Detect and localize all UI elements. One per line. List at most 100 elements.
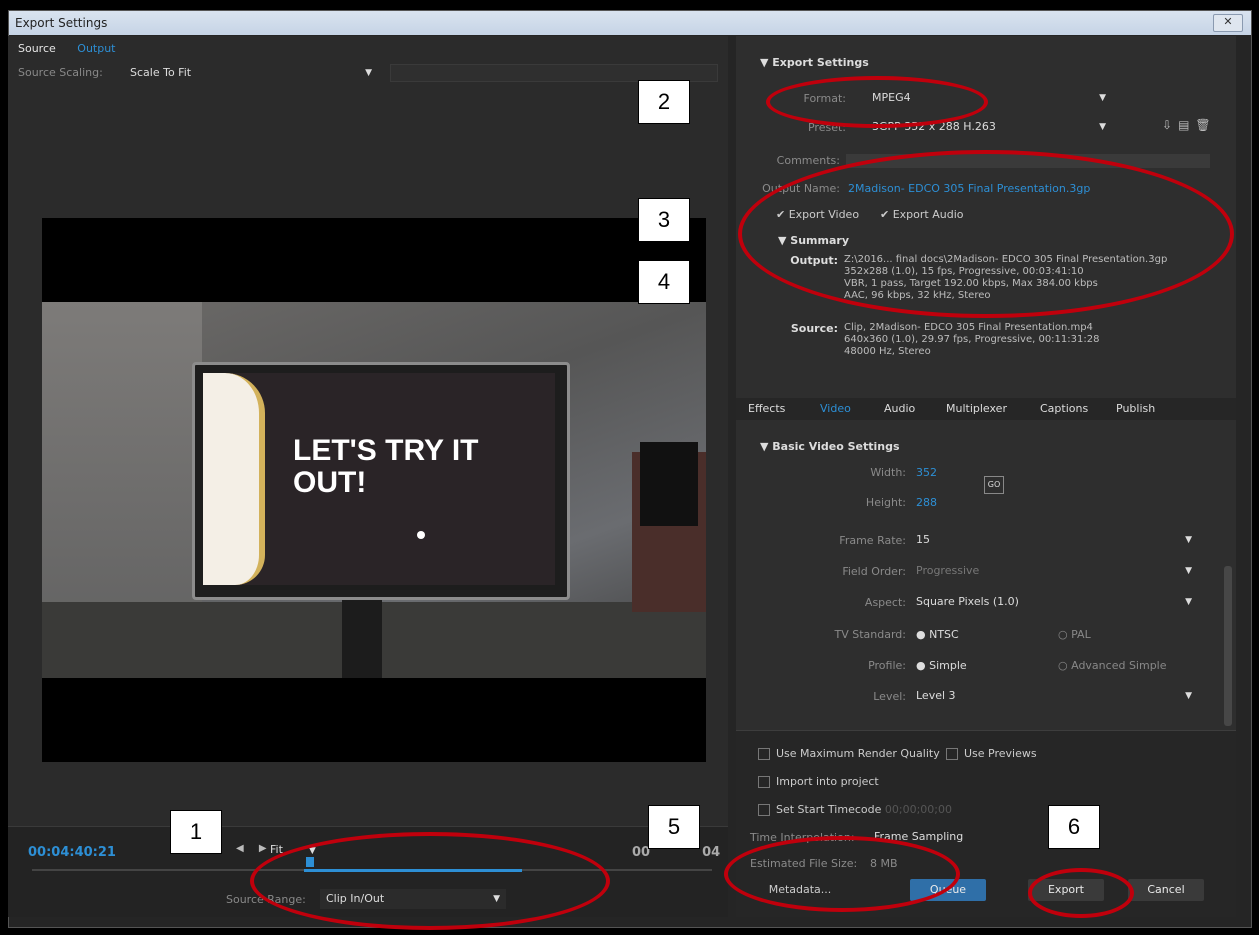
scene-monitor-stand <box>342 598 382 678</box>
video-preview: LET'S TRY IT OUT! <box>42 218 706 762</box>
video-frame: LET'S TRY IT OUT! <box>42 302 706 678</box>
annotation-number-2: 2 <box>638 80 690 124</box>
profile-simple-label: Simple <box>929 659 967 672</box>
import-preset-icon[interactable]: ▤ <box>1178 118 1195 132</box>
delete-preset-icon[interactable]: 🗑 <box>1195 118 1216 132</box>
export-settings-header[interactable]: ▼ Export Settings <box>760 56 869 69</box>
screenshot-frame: Export Settings ✕ Source Output Source S… <box>0 0 1259 935</box>
field-order-value: Progressive <box>916 564 980 577</box>
annotation-ellipse-1 <box>250 832 610 930</box>
tab-video[interactable]: Video <box>820 402 851 415</box>
tv-standard-label: TV Standard: <box>834 628 907 641</box>
aspect-label: Aspect: <box>864 596 906 609</box>
tv-pal-label: PAL <box>1071 628 1091 641</box>
screen-text-line1: LET'S TRY IT <box>293 434 479 467</box>
source-summary: Clip, 2Madison- EDCO 305 Final Presentat… <box>844 322 1099 358</box>
screen-dot <box>417 531 425 539</box>
cancel-button[interactable]: Cancel <box>1128 879 1204 901</box>
import-project-label: Import into project <box>776 775 879 788</box>
screen-text: LET'S TRY IT OUT! <box>293 435 478 499</box>
field-order-dropdown[interactable]: Progressive ▼ <box>912 562 1196 580</box>
scene-speaker <box>640 442 698 526</box>
annotation-ellipse-3-4 <box>738 150 1234 318</box>
tv-pal-radio[interactable]: ○ PAL <box>1058 628 1091 641</box>
level-value: Level 3 <box>916 689 956 702</box>
height-label: Height: <box>865 496 906 509</box>
checkbox-box <box>758 748 770 760</box>
comments-label: Comments: <box>776 154 840 167</box>
annotation-ellipse-6 <box>1028 868 1134 918</box>
use-previews-label: Use Previews <box>964 747 1037 760</box>
chevron-down-icon: ▼ <box>1099 122 1106 132</box>
annotation-number-3: 3 <box>638 198 690 242</box>
tab-effects[interactable]: Effects <box>748 402 785 415</box>
frame-rate-label: Frame Rate: <box>839 534 906 547</box>
tab-publish[interactable]: Publish <box>1116 402 1155 415</box>
source-output-tabs: Source Output <box>18 42 134 55</box>
tab-source[interactable]: Source <box>18 42 56 55</box>
max-render-label: Use Maximum Render Quality <box>776 747 940 760</box>
source-summary-line: 48000 Hz, Stereo <box>844 346 931 357</box>
source-scaling-value: Scale To Fit <box>130 66 192 79</box>
basic-video-header[interactable]: ▼ Basic Video Settings <box>760 440 900 453</box>
chevron-down-icon: ▼ <box>1185 535 1192 545</box>
chevron-down-icon: ▼ <box>1185 691 1192 701</box>
checkbox-box <box>946 748 958 760</box>
scene-monitor: LET'S TRY IT OUT! <box>192 362 570 600</box>
annotation-number-1: 1 <box>170 810 222 854</box>
source-scaling-dropdown[interactable]: Scale To Fit ▼ <box>126 64 378 82</box>
export-settings-header-label: Export Settings <box>772 56 869 69</box>
annotation-number-4: 4 <box>638 260 690 304</box>
level-label: Level: <box>873 690 906 703</box>
screen-wave-graphic <box>203 373 265 585</box>
tab-output[interactable]: Output <box>77 42 115 55</box>
use-previews-checkbox[interactable]: Use Previews <box>946 747 1037 760</box>
tab-multiplexer[interactable]: Multiplexer <box>946 402 1007 415</box>
save-preset-icon[interactable]: ⇩ <box>1162 118 1178 132</box>
profile-label: Profile: <box>868 659 906 672</box>
source-summary-line: 640x360 (1.0), 29.97 fps, Progressive, 0… <box>844 334 1100 345</box>
width-value[interactable]: 352 <box>916 466 937 479</box>
start-timecode-checkbox[interactable]: Set Start Timecode 00;00;00;00 <box>758 803 952 816</box>
height-value[interactable]: 288 <box>916 496 937 509</box>
close-button[interactable]: ✕ <box>1213 14 1243 32</box>
frame-rate-dropdown[interactable]: 15 ▼ <box>912 531 1196 549</box>
chevron-down-icon: ▼ <box>1185 566 1192 576</box>
source-summary-line: Clip, 2Madison- EDCO 305 Final Presentat… <box>844 322 1093 333</box>
settings-tabs: Effects Video Audio Multiplexer Captions… <box>736 398 1236 420</box>
import-project-checkbox[interactable]: Import into project <box>758 775 879 788</box>
scene-monitor-screen: LET'S TRY IT OUT! <box>203 373 555 585</box>
annotation-ellipse-5 <box>724 836 960 912</box>
current-timecode[interactable]: 00:04:40:21 <box>28 845 116 860</box>
width-label: Width: <box>870 466 906 479</box>
profile-advanced-label: Advanced Simple <box>1071 659 1167 672</box>
chevron-down-icon: ▼ <box>1099 93 1106 103</box>
frame-rate-value: 15 <box>916 533 930 546</box>
source-summary-label: Source: <box>790 322 838 335</box>
screen-text-line2: OUT! <box>293 466 367 499</box>
field-order-label: Field Order: <box>842 565 906 578</box>
profile-simple-radio[interactable]: ● Simple <box>916 659 967 672</box>
profile-advanced-radio[interactable]: ○ Advanced Simple <box>1058 659 1167 672</box>
preset-icons: ⇩▤🗑 <box>1162 118 1217 132</box>
checkbox-box <box>758 776 770 788</box>
duration-timecode-tail: 04 <box>702 845 721 860</box>
aspect-dropdown[interactable]: Square Pixels (1.0) ▼ <box>912 593 1196 611</box>
tab-captions[interactable]: Captions <box>1040 402 1088 415</box>
window-title: Export Settings <box>15 16 108 30</box>
link-icon[interactable]: GO <box>984 476 1004 494</box>
settings-scrollbar[interactable] <box>1224 566 1232 726</box>
annotation-number-5: 5 <box>648 805 700 849</box>
preview-panel: Source Output Source Scaling: Scale To F… <box>8 36 728 917</box>
mark-in-out-buttons[interactable]: ◀ ▶ <box>236 843 273 854</box>
tab-audio[interactable]: Audio <box>884 402 915 415</box>
start-timecode-label: Set Start Timecode <box>776 803 882 816</box>
start-timecode-value: 00;00;00;00 <box>884 803 952 816</box>
max-render-checkbox[interactable]: Use Maximum Render Quality <box>758 747 940 760</box>
tv-ntsc-radio[interactable]: ● NTSC <box>916 628 959 641</box>
level-dropdown[interactable]: Level 3 ▼ <box>912 687 1196 705</box>
source-scaling-label: Source Scaling: <box>18 66 103 79</box>
title-bar: Export Settings ✕ <box>9 11 1251 35</box>
chevron-down-icon: ▼ <box>365 68 372 78</box>
basic-video-header-label: Basic Video Settings <box>772 440 900 453</box>
